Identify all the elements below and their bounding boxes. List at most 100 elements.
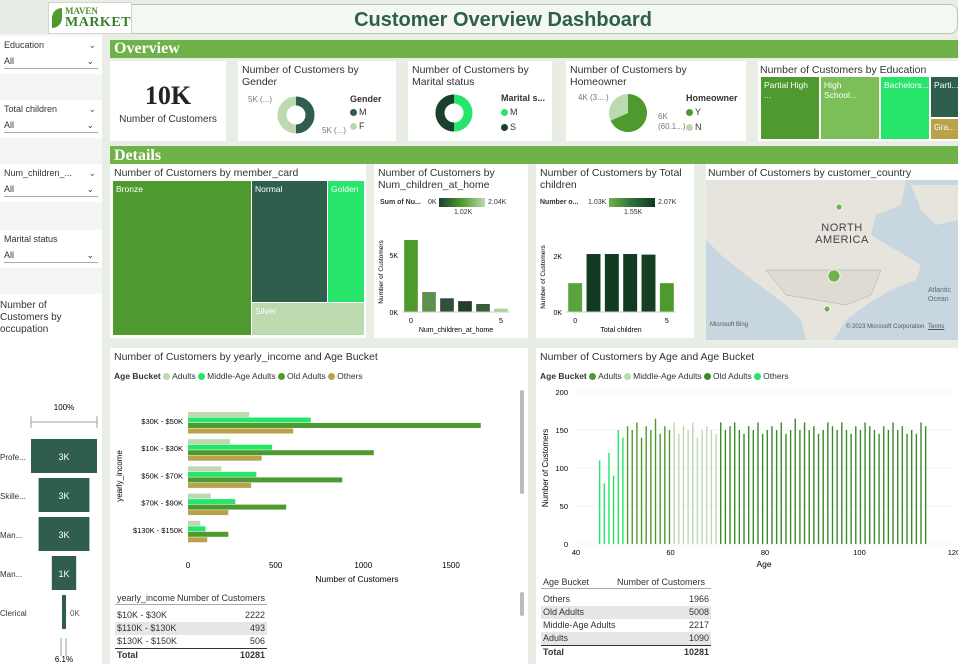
gender-chart[interactable]: Number of Customers by Gender 5K (...) 5… (238, 61, 396, 141)
y-tick: $10K - $30K (141, 444, 183, 453)
table-row[interactable]: $110K - $130K 493 (115, 622, 267, 635)
kpi-label: Number of Customers (119, 114, 217, 125)
chevron-down-icon[interactable]: ⌄ (88, 104, 96, 115)
table-cell: Total (117, 650, 138, 660)
treemap-tile[interactable]: Silver (252, 303, 364, 335)
treemap-tile[interactable]: Gra... (931, 119, 958, 139)
tile-label: Parti... (934, 80, 958, 90)
member-card-chart[interactable]: Number of Customers by member_card Bronz… (110, 164, 366, 338)
bar (757, 422, 759, 544)
bar (789, 430, 792, 544)
table-row[interactable]: Middle-Age Adults 2217 (541, 619, 711, 632)
bar (878, 433, 880, 544)
slicer-dropdown[interactable]: All ⌄ (4, 120, 98, 133)
bar (897, 430, 899, 544)
page-title: Customer Overview Dashboard (354, 9, 652, 31)
tile-label: Golden (331, 184, 359, 194)
column-header[interactable]: Age Bucket (543, 576, 589, 588)
treemap-tile[interactable]: High School... (821, 77, 879, 139)
map-canvas[interactable] (706, 180, 958, 340)
num-children-chart[interactable]: Number of Customers by Num_children_at_h… (374, 164, 528, 338)
treemap-tile[interactable]: Golden (328, 181, 364, 302)
bar (869, 426, 871, 544)
bar (188, 439, 231, 445)
y-tick: 200 (555, 388, 568, 397)
scrollbar[interactable] (520, 390, 524, 494)
bar (636, 422, 638, 544)
marital-chart[interactable]: Number of Customers by Marital status Ma… (408, 61, 552, 141)
income-chart[interactable]: Number of Customers by yearly_income and… (110, 348, 528, 664)
bar (761, 433, 764, 544)
total-children-chart[interactable]: Number of Customers by Total children Nu… (536, 164, 694, 338)
tile-label: Gra... (934, 122, 956, 132)
table-row[interactable]: $130K - $150K 506 (115, 635, 267, 648)
slicer-num-children[interactable]: Num_children_... ⌄ All ⌄ (0, 164, 102, 202)
map-terms-link[interactable]: Terms (928, 324, 944, 330)
legend-item[interactable]: M (350, 107, 367, 117)
funnel-label: Clerical (0, 609, 27, 618)
column-header[interactable]: Number of Customers (177, 592, 265, 604)
scrollbar[interactable] (520, 592, 524, 616)
age-chart[interactable]: Number of Customers by Age and Age Bucke… (536, 348, 958, 664)
legend-item[interactable]: F (350, 121, 365, 131)
x-tick: 0 (186, 561, 191, 570)
legend-label: M (510, 107, 518, 117)
kpi-card[interactable]: 10K Number of Customers (110, 61, 226, 141)
table-row[interactable]: Others 1966 (541, 593, 711, 606)
axis-label: 100% (54, 403, 74, 412)
table-row[interactable]: $10K - $30K 2222 (115, 609, 267, 622)
bar (743, 433, 745, 544)
pie-label: 4K (3....) (578, 93, 609, 102)
age-bars: 0 50 100 150 200 40 60 80 100 120 Age Number of Cus… (541, 388, 958, 569)
legend-item[interactable]: Y (686, 107, 701, 117)
tile-label: Normal (255, 184, 283, 194)
axis-label: 6.1% (55, 655, 73, 664)
bar (188, 531, 229, 537)
bar (687, 430, 689, 544)
table-row[interactable]: Adults 1090 (541, 632, 711, 645)
y-tick: 150 (555, 426, 568, 435)
legend-item[interactable]: N (686, 122, 702, 132)
x-tick: 1000 (354, 561, 372, 570)
y-tick: 2K (553, 254, 562, 261)
legend-item[interactable]: S (501, 122, 516, 132)
bar (859, 430, 862, 544)
tile-label: Partial High ... (764, 80, 808, 100)
slicer-dropdown[interactable]: All ⌄ (4, 56, 98, 69)
slicer-dropdown[interactable]: All ⌄ (4, 250, 98, 263)
legend-item[interactable]: M (501, 107, 518, 117)
table-cell: $110K - $130K (117, 623, 177, 633)
bar (724, 430, 727, 544)
chevron-down-icon[interactable]: ⌄ (88, 40, 96, 51)
homeowner-chart[interactable]: Number of Customers by Homeowner 4K (3..… (566, 61, 746, 141)
education-chart[interactable]: Number of Customers by Education Partial… (758, 61, 958, 141)
slicer-marital-status[interactable]: Marital status All ⌄ (0, 230, 102, 268)
bar (188, 493, 211, 499)
tile-label: High School... (824, 80, 858, 100)
slicer-education[interactable]: Education ⌄ All ⌄ (0, 36, 102, 74)
slicer-total-children[interactable]: Total children ⌄ All ⌄ (0, 100, 102, 138)
bar (604, 254, 619, 312)
treemap-tile[interactable]: Bronze (113, 181, 251, 335)
legend-title: Gender (350, 94, 382, 104)
bar (641, 254, 656, 312)
table-cell: Total (543, 647, 564, 657)
table-total-row: Total 10281 (541, 645, 711, 658)
chart-title: Number of Customers by customer_country (708, 167, 912, 179)
country-map[interactable]: Number of Customers by customer_country … (706, 164, 958, 340)
bar (747, 426, 750, 544)
slicer-dropdown[interactable]: All ⌄ (4, 184, 98, 197)
occupation-funnel: 100% Profe... 3K Skille... 3K Man... 3K Man... 1… (0, 403, 98, 664)
bar (188, 504, 287, 510)
treemap-tile[interactable]: Partial High ... (761, 77, 819, 139)
column-header[interactable]: yearly_income (117, 592, 175, 604)
bar (422, 292, 436, 312)
table-row[interactable]: Old Adults 5008 (541, 606, 711, 619)
treemap-tile[interactable]: Bachelors... (881, 77, 929, 139)
column-header[interactable]: Number of Customers (617, 576, 705, 588)
treemap-tile[interactable]: Normal (252, 181, 327, 302)
bing-logo: Microsoft Bing (710, 322, 749, 328)
chevron-down-icon[interactable]: ⌄ (88, 168, 96, 179)
legend-dot-icon (686, 109, 693, 117)
treemap-tile[interactable]: Parti... (931, 77, 958, 117)
